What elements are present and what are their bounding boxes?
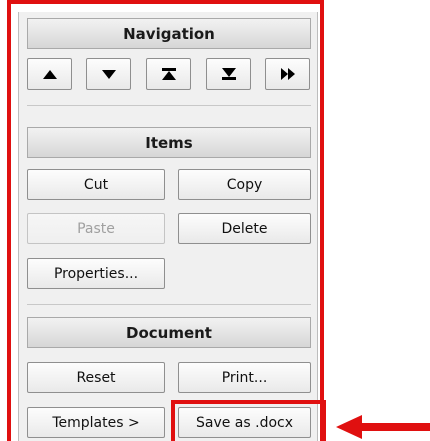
- move-down-icon: [101, 69, 116, 79]
- move-to-bottom-icon: [221, 68, 236, 80]
- print-button[interactable]: Print...: [178, 362, 311, 393]
- fast-forward-button[interactable]: [265, 58, 310, 90]
- reset-button-label: Reset: [76, 369, 116, 386]
- copy-button[interactable]: Copy: [178, 169, 311, 200]
- move-to-bottom-button[interactable]: [206, 58, 251, 90]
- navigation-header: Navigation: [27, 18, 311, 49]
- save-as-docx-button-label: Save as .docx: [195, 414, 294, 431]
- separator: [27, 304, 311, 305]
- document-header: Document: [27, 317, 311, 348]
- move-to-top-icon: [161, 68, 176, 80]
- delete-button[interactable]: Delete: [178, 213, 311, 244]
- properties-button[interactable]: Properties...: [27, 258, 165, 289]
- copy-button-label: Copy: [226, 176, 263, 193]
- move-up-icon: [42, 69, 57, 79]
- move-up-button[interactable]: [27, 58, 72, 90]
- reset-button[interactable]: Reset: [27, 362, 165, 393]
- paste-button-label: Paste: [77, 220, 115, 237]
- properties-button-label: Properties...: [53, 265, 139, 282]
- fast-forward-icon: [280, 68, 295, 80]
- move-to-top-button[interactable]: [146, 58, 191, 90]
- print-button-label: Print...: [221, 369, 268, 386]
- separator: [27, 105, 311, 106]
- pointer-arrow-icon: [336, 415, 430, 439]
- items-header: Items: [27, 127, 311, 158]
- screenshot-canvas: Navigation Items Cut Copy Paste Delete P…: [0, 0, 430, 441]
- cut-button[interactable]: Cut: [27, 169, 165, 200]
- templates-button-label: Templates >: [52, 414, 140, 431]
- cut-button-label: Cut: [83, 176, 109, 193]
- templates-button[interactable]: Templates >: [27, 407, 165, 438]
- document-header-label: Document: [126, 323, 212, 342]
- paste-button[interactable]: Paste: [27, 213, 165, 244]
- items-header-label: Items: [145, 133, 193, 152]
- delete-button-label: Delete: [221, 220, 268, 237]
- navigation-header-label: Navigation: [123, 24, 215, 43]
- side-panel: Navigation Items Cut Copy Paste Delete P…: [18, 12, 318, 441]
- save-as-docx-button[interactable]: Save as .docx: [178, 407, 311, 438]
- move-down-button[interactable]: [86, 58, 131, 90]
